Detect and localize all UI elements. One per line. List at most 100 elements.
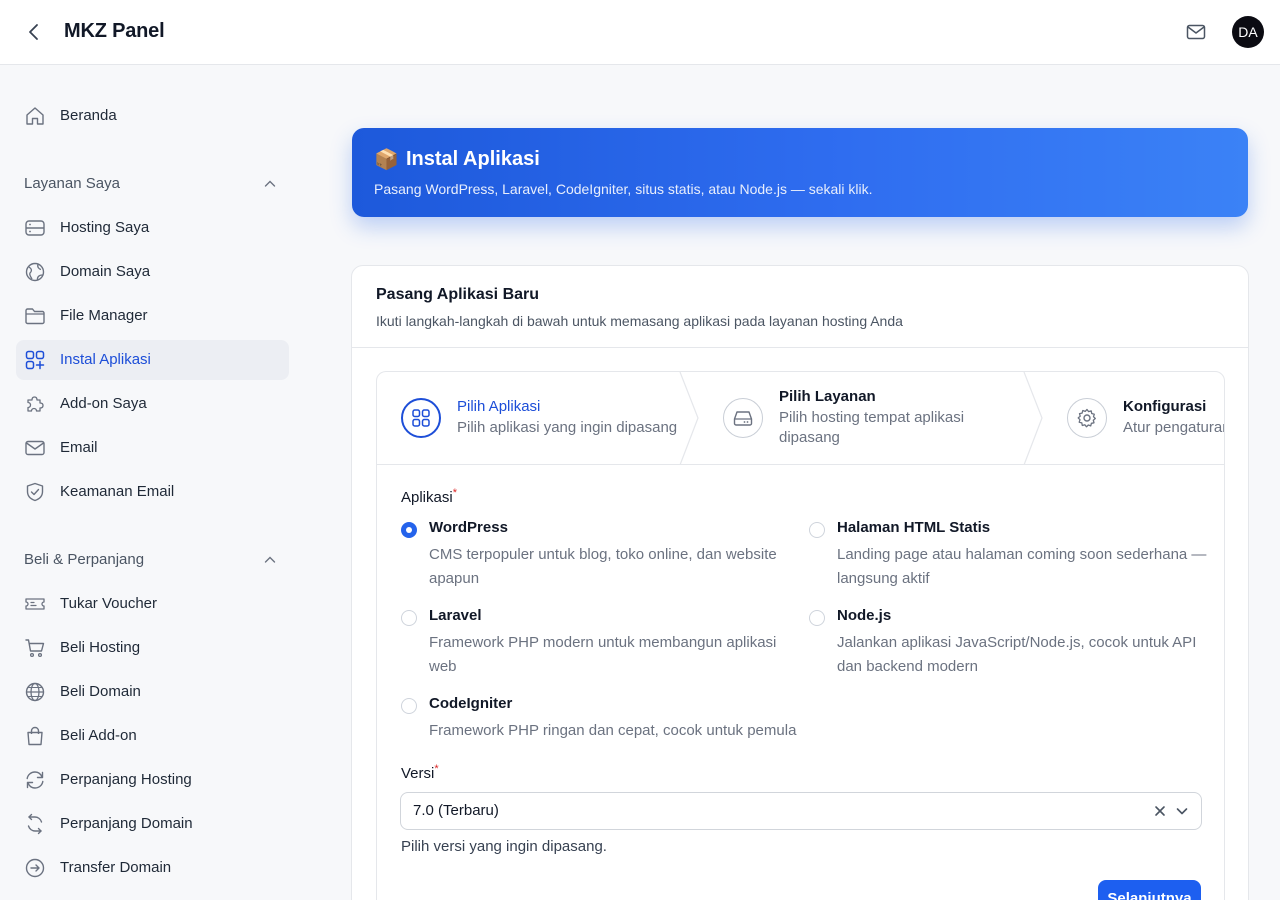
sidebar-item-keamanan-email[interactable]: Keamanan Email	[16, 472, 289, 512]
sidebar-item-label: Beli Domain	[60, 683, 141, 700]
version-select[interactable]: 7.0 (Terbaru)	[400, 792, 1202, 830]
section-toggle-layanan-saya[interactable]: Layanan Saya	[24, 172, 282, 196]
section-title: Beli & Perpanjang	[24, 551, 145, 568]
page-subtitle: Pasang WordPress, Laravel, CodeIgniter, …	[374, 181, 873, 197]
sidebar: Beranda Layanan Saya Hosting Saya Domain…	[0, 65, 304, 900]
clear-icon[interactable]	[1153, 804, 1167, 818]
label-text: Aplikasi	[401, 489, 453, 506]
card-title: Pasang Aplikasi Baru	[376, 286, 540, 303]
package-icon: 📦	[374, 149, 399, 171]
version-hint: Pilih versi yang ingin dipasang.	[401, 838, 607, 855]
section-title: Layanan Saya	[24, 175, 120, 192]
card-subtitle: Ikuti langkah-langkah di bawah untuk mem…	[376, 313, 903, 329]
sidebar-item-label: Tukar Voucher	[60, 595, 157, 612]
refresh-icon	[24, 813, 46, 835]
sidebar-item-instal-aplikasi[interactable]: Instal Aplikasi	[16, 340, 289, 380]
app-option-codeigniter[interactable]: CodeIgniter Framework PHP ringan dan cep…	[401, 695, 811, 741]
section-toggle-beli-perpanjang[interactable]: Beli & Perpanjang	[24, 548, 282, 572]
app-option-nodejs[interactable]: Node.js Jalankan aplikasi JavaScript/Nod…	[809, 607, 1209, 677]
sidebar-item-file-manager[interactable]: File Manager	[16, 296, 289, 336]
app-title: MKZ Panel	[64, 20, 165, 42]
server-icon	[723, 398, 763, 438]
step-pilih-layanan[interactable]: Pilih Layanan Pilih hosting tempat aplik…	[699, 372, 1019, 464]
option-description: Jalankan aplikasi JavaScript/Node.js, co…	[837, 634, 1197, 675]
top-header: MKZ Panel DA	[0, 0, 1280, 65]
sidebar-item-label: Beli Hosting	[60, 639, 141, 656]
sidebar-item-beli-domain[interactable]: Beli Domain	[16, 672, 289, 712]
globe-icon	[24, 681, 46, 703]
option-title: Node.js	[837, 607, 892, 624]
option-description: CMS terpopuler untuk blog, toko online, …	[429, 546, 777, 587]
required-mark: *	[434, 763, 439, 775]
sidebar-item-label: Domain Saya	[60, 263, 151, 280]
label-text: Versi	[401, 765, 435, 782]
sidebar-item-label: Email	[60, 439, 98, 456]
steps-bar: Pilih Aplikasi Pilih aplikasi yang ingin…	[377, 372, 1225, 465]
option-description: Framework PHP ringan dan cepat, cocok un…	[429, 722, 797, 739]
messages-button[interactable]	[1184, 21, 1208, 43]
sidebar-item-label: Transfer Domain	[60, 859, 172, 876]
step-pilih-aplikasi[interactable]: Pilih Aplikasi Pilih aplikasi yang ingin…	[377, 372, 682, 464]
chevron-left-icon	[29, 24, 38, 40]
sidebar-item-transfer-domain[interactable]: Transfer Domain	[16, 848, 289, 888]
globe-icon	[24, 261, 46, 283]
radio-button[interactable]	[401, 522, 417, 538]
user-avatar[interactable]: DA	[1232, 16, 1264, 48]
next-button[interactable]: Selanjutnya	[1098, 880, 1201, 900]
server-icon	[24, 217, 46, 239]
chevron-up-icon	[264, 556, 276, 563]
sidebar-item-perpanjang-hosting[interactable]: Perpanjang Hosting	[16, 760, 289, 800]
radio-button[interactable]	[401, 698, 417, 714]
radio-button[interactable]	[809, 522, 825, 538]
step-konfigurasi[interactable]: Konfigurasi Atur pengaturan	[1043, 372, 1225, 464]
sidebar-item-hosting-saya[interactable]: Hosting Saya	[16, 208, 289, 248]
mail-icon	[24, 437, 46, 459]
shield-check-icon	[24, 481, 46, 503]
option-description: Landing page atau halaman coming soon se…	[837, 546, 1207, 587]
app-option-laravel[interactable]: Laravel Framework PHP modern untuk memba…	[401, 607, 791, 677]
step-title: Pilih Aplikasi	[457, 398, 541, 415]
step-title: Konfigurasi	[1123, 398, 1207, 415]
sidebar-item-tukar-voucher[interactable]: Tukar Voucher	[16, 584, 289, 624]
page-title: Instal Aplikasi	[406, 148, 540, 170]
back-button[interactable]	[22, 20, 46, 44]
sidebar-item-label: Keamanan Email	[60, 483, 175, 500]
sidebar-item-label: Perpanjang Domain	[60, 815, 193, 832]
divider	[352, 347, 1248, 348]
page-banner: 📦 Instal Aplikasi Pasang WordPress, Lara…	[352, 128, 1248, 217]
app-field-label: Aplikasi*	[401, 487, 457, 506]
grid-icon	[401, 398, 441, 438]
step-description: Pilih aplikasi yang ingin dipasang	[457, 419, 678, 436]
option-title: Halaman HTML Statis	[837, 519, 991, 536]
option-title: CodeIgniter	[429, 695, 513, 712]
sidebar-item-beli-hosting[interactable]: Beli Hosting	[16, 628, 289, 668]
selected-value: 7.0 (Terbaru)	[413, 802, 499, 819]
chevron-down-icon	[1176, 808, 1188, 815]
app-option-html-statis[interactable]: Halaman HTML Statis Landing page atau ha…	[809, 519, 1209, 589]
step-description: Atur pengaturan	[1123, 419, 1225, 436]
sidebar-item-beranda[interactable]: Beranda	[16, 96, 289, 136]
mail-icon	[1186, 24, 1206, 40]
folder-icon	[24, 305, 46, 327]
sidebar-item-label: File Manager	[60, 307, 148, 324]
sidebar-item-add-on-saya[interactable]: Add-on Saya	[16, 384, 289, 424]
option-title: WordPress	[429, 519, 508, 536]
arrow-circle-right-icon	[24, 857, 46, 879]
wizard-stepper: Pilih Aplikasi Pilih aplikasi yang ingin…	[376, 371, 1225, 900]
app-option-wordpress[interactable]: WordPress CMS terpopuler untuk blog, tok…	[401, 519, 791, 589]
sidebar-item-domain-saya[interactable]: Domain Saya	[16, 252, 289, 292]
radio-button[interactable]	[401, 610, 417, 626]
sidebar-item-email[interactable]: Email	[16, 428, 289, 468]
sidebar-item-perpanjang-domain[interactable]: Perpanjang Domain	[16, 804, 289, 844]
version-field-label: Versi*	[401, 763, 439, 782]
refresh-icon	[24, 769, 46, 791]
home-icon	[24, 105, 46, 127]
step-description: Pilih hosting tempat aplikasi dipasang	[779, 409, 965, 446]
radio-button[interactable]	[809, 610, 825, 626]
cart-icon	[24, 637, 46, 659]
sidebar-item-label: Hosting Saya	[60, 219, 150, 236]
step-title: Pilih Layanan	[779, 388, 876, 405]
sidebar-item-label: Instal Aplikasi	[60, 351, 151, 368]
sidebar-item-beli-add-on[interactable]: Beli Add-on	[16, 716, 289, 756]
step-separator	[679, 372, 699, 465]
